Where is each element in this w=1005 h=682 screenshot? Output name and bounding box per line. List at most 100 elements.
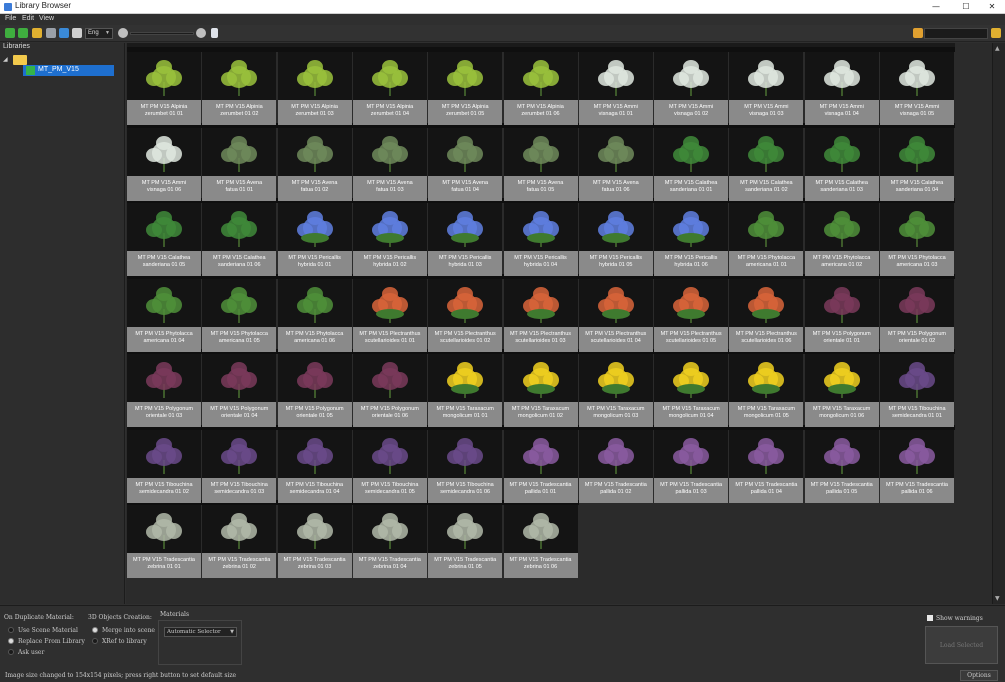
asset-tile[interactable]: MT PM V15 Ammi visnaga 01 06	[127, 127, 201, 201]
asset-tile[interactable]: MT PM V15 Ammi visnaga 01 02	[654, 52, 729, 125]
settings-gear-icon[interactable]	[913, 28, 923, 38]
info-icon[interactable]	[211, 28, 218, 38]
asset-tile[interactable]: MT PM V15 Pericallis hybrida 01 02	[352, 203, 427, 276]
radio-merge-into-scene[interactable]: Merge into scene	[92, 627, 155, 634]
asset-tile[interactable]: MT PM V15 Taraxacum mongolicum 01 06	[804, 354, 879, 427]
asset-tile[interactable]: MT PM V15 Polygonum orientale 01 06	[352, 354, 427, 427]
radio-replace-from-library[interactable]: Replace From Library	[8, 638, 85, 645]
minimize-button[interactable]: —	[922, 0, 950, 14]
asset-tile[interactable]: MT PM V15 Calathea sanderiana 01 02	[729, 127, 804, 201]
library-item-selected[interactable]: MT_PM_V15	[23, 65, 114, 76]
asset-tile[interactable]: MT PM V15 Tibouchina semidecandra 01 01	[880, 354, 954, 427]
asset-tile[interactable]: MT PM V15 Tibouchina semidecandra 01 03	[202, 429, 277, 503]
asset-tile[interactable]: MT PM V15 Tradescantia pallida 01 06	[880, 429, 954, 503]
options-button[interactable]: Options	[960, 670, 998, 681]
radio-xref-to-library[interactable]: XRef to library	[92, 638, 147, 645]
asset-tile[interactable]: MT PM V15 Taraxacum mongolicum 01 04	[654, 354, 729, 427]
asset-tile[interactable]: MT PM V15 Taraxacum mongolicum 01 01	[428, 354, 503, 427]
asset-tile[interactable]: MT PM V15 Pericallis hybrida 01 03	[428, 203, 503, 276]
asset-tile[interactable]: MT PM V15 Pericallis hybrida 01 05	[578, 203, 653, 276]
asset-tile[interactable]: MT PM V15 Tradescantia pallida 01 03	[654, 429, 729, 503]
asset-tile[interactable]: MT PM V15 Alpinia zerumbet 01 06	[503, 52, 578, 125]
asset-tile[interactable]: MT PM V15 Polygonum orientale 01 01	[804, 278, 879, 352]
close-button[interactable]: ✕	[978, 0, 1005, 14]
save-icon[interactable]	[46, 28, 56, 38]
asset-tile[interactable]: MT PM V15 Avena fatua 01 03	[352, 127, 427, 201]
asset-tile[interactable]: MT PM V15 Plectranthus scutellarioides 01…	[578, 278, 653, 352]
asset-tile[interactable]: MT PM V15 Avena fatua 01 01	[202, 127, 277, 201]
expand-arrow-icon[interactable]: ◢	[3, 56, 8, 63]
zoom-in-icon[interactable]	[196, 28, 206, 38]
asset-tile[interactable]: MT PM V15 Tradescantia pallida 01 05	[804, 429, 879, 503]
asset-tile[interactable]: MT PM V15 Calathea sanderiana 01 05	[127, 203, 201, 276]
asset-tile[interactable]: MT PM V15 Polygonum orientale 01 04	[202, 354, 277, 427]
asset-tile[interactable]: MT PM V15 Plectranthus scutellarioides 01…	[654, 278, 729, 352]
asset-tile[interactable]: MT PM V15 Calathea sanderiana 01 03	[804, 127, 879, 201]
asset-tile[interactable]: MT PM V15 Pericallis hybrida 01 01	[277, 203, 352, 276]
asset-tile[interactable]: MT PM V15 Plectranthus scutellarioides 01…	[428, 278, 503, 352]
asset-tile[interactable]: MT PM V15 Tradescantia zebrina 01 05	[428, 505, 503, 578]
asset-tile[interactable]: MT PM V15 Tradescantia pallida 01 01	[503, 429, 578, 503]
asset-tile[interactable]: MT PM V15 Tradescantia zebrina 01 03	[277, 505, 352, 578]
asset-tile[interactable]: MT PM V15 Pericallis hybrida 01 06	[654, 203, 729, 276]
asset-tile[interactable]: MT PM V15 Phytolacca americana 01 02	[804, 203, 879, 276]
scroll-down-icon[interactable]: ▼	[995, 595, 1000, 602]
asset-tile[interactable]: MT PM V15 Tradescantia pallida 01 04	[729, 429, 804, 503]
asset-tile[interactable]: MT PM V15 Phytolacca americana 01 03	[880, 203, 954, 276]
asset-tile[interactable]: MT PM V15 Phytolacca americana 01 05	[202, 278, 277, 352]
asset-tile[interactable]: MT PM V15 Alpinia zerumbet 01 02	[202, 52, 277, 125]
search-input[interactable]	[924, 28, 988, 39]
open-folder-icon[interactable]	[32, 28, 42, 38]
asset-tile[interactable]: MT PM V15 Tibouchina semidecandra 01 04	[277, 429, 352, 503]
asset-tile[interactable]: MT PM V15 Tibouchina semidecandra 01 05	[352, 429, 427, 503]
asset-tile[interactable]: MT PM V15 Phytolacca americana 01 06	[277, 278, 352, 352]
asset-tile[interactable]: MT PM V15 Avena fatua 01 04	[428, 127, 503, 201]
radio-ask-user[interactable]: Ask user	[8, 649, 44, 656]
asset-tile[interactable]: MT PM V15 Alpinia zerumbet 01 04	[352, 52, 427, 125]
asset-tile[interactable]: MT PM V15 Alpinia zerumbet 01 03	[277, 52, 352, 125]
asset-tile[interactable]: MT PM V15 Tradescantia pallida 01 02	[578, 429, 653, 503]
asset-tile[interactable]: MT PM V15 Ammi visnaga 01 05	[880, 52, 954, 125]
asset-tile[interactable]: MT PM V15 Ammi visnaga 01 01	[578, 52, 653, 125]
asset-tile[interactable]: MT PM V15 Calathea sanderiana 01 06	[202, 203, 277, 276]
asset-tile[interactable]: MT PM V15 Tradescantia zebrina 01 02	[202, 505, 277, 578]
asset-tile[interactable]: MT PM V15 Taraxacum mongolicum 01 05	[729, 354, 804, 427]
asset-tile[interactable]: MT PM V15 Alpinia zerumbet 01 01	[127, 52, 201, 125]
refresh-icon[interactable]	[59, 28, 69, 38]
menu-view[interactable]: View	[39, 15, 54, 22]
scroll-up-icon[interactable]: ▲	[995, 45, 1000, 52]
asset-tile[interactable]: MT PM V15 Tradescantia zebrina 01 04	[352, 505, 427, 578]
document-icon[interactable]	[72, 28, 82, 38]
materials-select[interactable]: Automatic Selector ▼	[164, 627, 237, 637]
asset-tile[interactable]: MT PM V15 Phytolacca americana 01 01	[729, 203, 804, 276]
menu-file[interactable]: File	[5, 15, 16, 22]
forward-arrow-icon[interactable]	[18, 28, 28, 38]
thumbnail-size-slider[interactable]	[130, 32, 194, 35]
asset-tile[interactable]: MT PM V15 Avena fatua 01 02	[277, 127, 352, 201]
asset-tile[interactable]: MT PM V15 Polygonum orientale 01 02	[880, 278, 954, 352]
show-warnings-checkbox[interactable]: Show warnings	[927, 615, 983, 622]
asset-tile[interactable]: MT PM V15 Polygonum orientale 01 05	[277, 354, 352, 427]
grid-scrollbar[interactable]: ▲ ▼	[992, 43, 1005, 604]
asset-tile[interactable]: MT PM V15 Polygonum orientale 01 03	[127, 354, 201, 427]
search-folder-icon[interactable]	[991, 28, 1001, 38]
language-select[interactable]: Eng ▼	[85, 28, 113, 39]
asset-tile[interactable]: MT PM V15 Pericallis hybrida 01 04	[503, 203, 578, 276]
menu-edit[interactable]: Edit	[22, 15, 34, 22]
asset-tile[interactable]: MT PM V15 Calathea sanderiana 01 01	[654, 127, 729, 201]
maximize-button[interactable]: ☐	[952, 0, 980, 14]
zoom-out-icon[interactable]	[118, 28, 128, 38]
asset-tile[interactable]: MT PM V15 Ammi visnaga 01 03	[729, 52, 804, 125]
asset-tile[interactable]: MT PM V15 Avena fatua 01 06	[578, 127, 653, 201]
asset-tile[interactable]: MT PM V15 Plectranthus scutellarioides 01…	[729, 278, 804, 352]
asset-tile[interactable]: MT PM V15 Avena fatua 01 05	[503, 127, 578, 201]
asset-tile[interactable]: MT PM V15 Tibouchina semidecandra 01 02	[127, 429, 201, 503]
asset-tile[interactable]: MT PM V15 Taraxacum mongolicum 01 03	[578, 354, 653, 427]
asset-tile[interactable]: MT PM V15 Tradescantia zebrina 01 01	[127, 505, 201, 578]
asset-tile[interactable]: MT PM V15 Ammi visnaga 01 04	[804, 52, 879, 125]
radio-use-scene-material[interactable]: Use Scene Material	[8, 627, 78, 634]
asset-tile[interactable]: MT PM V15 Tibouchina semidecandra 01 06	[428, 429, 503, 503]
back-arrow-icon[interactable]	[5, 28, 15, 38]
asset-tile[interactable]: MT PM V15 Plectranthus scutellarioides 01…	[352, 278, 427, 352]
asset-tile[interactable]: MT PM V15 Calathea sanderiana 01 04	[880, 127, 954, 201]
